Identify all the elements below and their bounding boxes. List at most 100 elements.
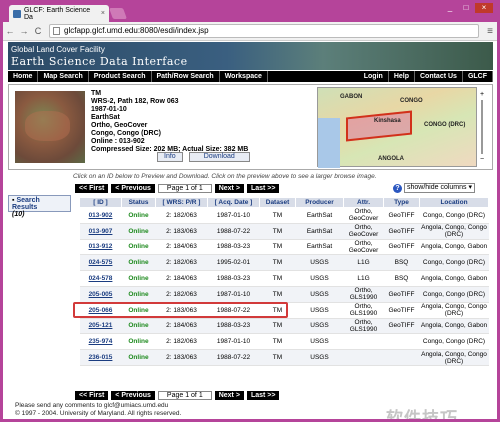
cell-type: GeoTIFF <box>383 318 420 335</box>
maximize-icon[interactable]: □ <box>459 3 473 13</box>
previous-page-button-bottom[interactable]: < Previous <box>111 391 155 400</box>
menu-map-search[interactable]: Map Search <box>38 71 89 82</box>
menu-home[interactable]: Home <box>8 71 39 82</box>
table-row[interactable]: 205-005 Online 2: 182/063 1987-01-10 TM USGS O… <box>79 286 489 303</box>
cell-wrs: 2: 182/063 <box>155 333 208 351</box>
browser-window: GLCF: Earth Science Da × _ □ × ← → C glc… <box>0 0 500 422</box>
table-row[interactable]: 236-015 Online 2: 183/063 1988-07-22 TM USGS A… <box>79 349 489 366</box>
meta-online-id: Online : 013-902 <box>91 138 145 145</box>
tab-title: GLCF: Earth Science Da <box>23 6 91 21</box>
cell-type: GeoTIFF <box>383 239 420 256</box>
cell-acq-date: 1988-03-23 <box>207 270 260 287</box>
search-results-count: (10) <box>12 211 25 218</box>
next-page-button-bottom[interactable]: Next > <box>214 391 244 400</box>
cell-attr: Ortho, GeoCover <box>343 223 384 240</box>
cell-wrs: 2: 182/063 <box>155 207 208 224</box>
pager-bottom: << First < Previous Page 1 of 1 Next > L… <box>75 391 280 400</box>
back-button[interactable]: ← <box>3 26 17 36</box>
table-row[interactable]: 013-907 Online 2: 183/063 1988-07-22 TM Earth… <box>79 223 489 240</box>
cell-location: Congo, Congo (DRC) <box>419 333 489 351</box>
menu-workspace[interactable]: Workspace <box>220 71 268 82</box>
table-row[interactable]: 024-575 Online 2: 182/063 1995-02-01 TM USGS L… <box>79 254 489 272</box>
map-zoom-control: + − <box>477 91 487 163</box>
cell-id[interactable]: 205-005 <box>79 286 122 303</box>
table-row[interactable]: 013-912 Online 2: 184/063 1988-03-23 TM Earth… <box>79 239 489 256</box>
cell-type: GeoTIFF <box>383 207 420 224</box>
browser-menu-icon[interactable]: ≡ <box>483 26 497 37</box>
close-window-icon[interactable]: × <box>475 3 493 13</box>
first-page-button-bottom[interactable]: << First <box>75 391 109 400</box>
cell-producer: EarthSat <box>295 223 344 240</box>
map-label-gabon: GABON <box>340 94 363 100</box>
cell-producer: USGS <box>295 270 344 287</box>
cell-id[interactable]: 013-902 <box>79 207 122 224</box>
url-input[interactable]: glcfapp.glcf.umd.edu:8080/esdi/index.jsp <box>49 24 479 38</box>
browse-image-preview[interactable] <box>15 91 85 163</box>
cell-id[interactable]: 205-121 <box>79 318 122 335</box>
next-page-button[interactable]: Next > <box>214 184 244 193</box>
table-row[interactable]: 205-121 Online 2: 184/063 1988-03-23 TM USGS O… <box>79 318 489 335</box>
cell-acq-date: 1988-07-22 <box>207 349 260 366</box>
help-icon[interactable]: ? <box>393 183 402 193</box>
previous-page-button[interactable]: < Previous <box>111 184 155 193</box>
menu-contact-us[interactable]: Contact Us <box>415 71 463 82</box>
cell-dataset: TM <box>259 207 296 224</box>
last-page-button-bottom[interactable]: Last >> <box>246 391 280 400</box>
table-row[interactable]: 013-902 Online 2: 182/063 1987-01-10 TM Earth… <box>79 207 489 224</box>
col-acq-date[interactable]: [ Acq. Date ] <box>207 197 260 208</box>
col-producer: Producer <box>295 197 344 208</box>
cell-location: Angola, Congo, Gabon <box>419 239 489 256</box>
cell-acq-date: 1987-01-10 <box>207 207 260 224</box>
page-icon <box>53 27 60 35</box>
info-button[interactable]: Info <box>157 152 183 162</box>
menu-help[interactable]: Help <box>389 71 415 82</box>
last-page-button[interactable]: Last >> <box>246 184 280 193</box>
reload-button[interactable]: C <box>31 26 45 36</box>
cell-location: Angola, Congo, Gabon <box>419 270 489 287</box>
show-hide-columns-select[interactable]: show/hide columns ▾ <box>404 183 475 193</box>
cell-location: Congo, Congo (DRC) <box>419 207 489 224</box>
minimize-icon[interactable]: _ <box>443 3 457 13</box>
table-header-row: [ ID ] Status [ WRS: P/R ] [ Acq. Date ]… <box>79 197 489 208</box>
results-table: [ ID ] Status [ WRS: P/R ] [ Acq. Date ]… <box>79 197 489 366</box>
first-page-button[interactable]: << First <box>75 184 109 193</box>
cell-id[interactable]: 024-578 <box>79 270 122 287</box>
cell-wrs: 2: 183/063 <box>155 223 208 240</box>
zoom-slider[interactable] <box>481 100 483 154</box>
cell-id[interactable]: 013-907 <box>79 223 122 240</box>
close-tab-icon[interactable]: × <box>101 10 105 17</box>
col-wrs[interactable]: [ WRS: P/R ] <box>155 197 208 208</box>
table-row[interactable]: 235-974 Online 2: 182/063 1987-01-10 TM USGS C… <box>79 333 489 351</box>
cell-wrs: 2: 183/063 <box>155 349 208 366</box>
cell-attr: Ortho, GLS1990 <box>343 318 384 335</box>
forward-button[interactable]: → <box>17 26 31 36</box>
ocean-area <box>318 118 340 168</box>
col-id[interactable]: [ ID ] <box>79 197 122 208</box>
col-location: Location <box>419 197 489 208</box>
cell-id[interactable]: 236-015 <box>79 349 122 366</box>
menu-login[interactable]: Login <box>359 71 389 82</box>
zoom-in-icon[interactable]: + <box>480 91 484 98</box>
cell-producer: USGS <box>295 254 344 272</box>
new-tab-button[interactable] <box>108 8 128 19</box>
cell-id[interactable]: 235-974 <box>79 333 122 351</box>
menu-product-search[interactable]: Product Search <box>89 71 152 82</box>
cell-status: Online <box>121 270 156 287</box>
cell-id[interactable]: 013-912 <box>79 239 122 256</box>
zoom-out-icon[interactable]: − <box>480 156 484 163</box>
cell-producer: USGS <box>295 286 344 303</box>
menu-path-row-search[interactable]: Path/Row Search <box>152 71 220 82</box>
cell-location: Congo, Congo (DRC) <box>419 286 489 303</box>
cell-producer: USGS <box>295 349 344 366</box>
cell-attr: Ortho, GLS1990 <box>343 302 384 319</box>
cell-attr: L1G <box>343 254 384 272</box>
location-map[interactable]: GABON CONGO Kinshasa CONGO (DRC) ANGOLA <box>317 87 477 168</box>
download-button[interactable]: Download <box>188 152 250 162</box>
search-results-box[interactable]: ▪ Search Results (10) <box>8 195 71 218</box>
cell-dataset: TM <box>259 349 296 366</box>
menu-glcf[interactable]: GLCF <box>463 71 493 82</box>
table-row[interactable]: 024-578 Online 2: 184/063 1988-03-23 TM USGS L… <box>79 270 489 287</box>
browser-tab[interactable]: GLCF: Earth Science Da × <box>9 5 109 22</box>
cell-id[interactable]: 024-575 <box>79 254 122 272</box>
map-label-kinshasa: Kinshasa <box>374 118 401 124</box>
